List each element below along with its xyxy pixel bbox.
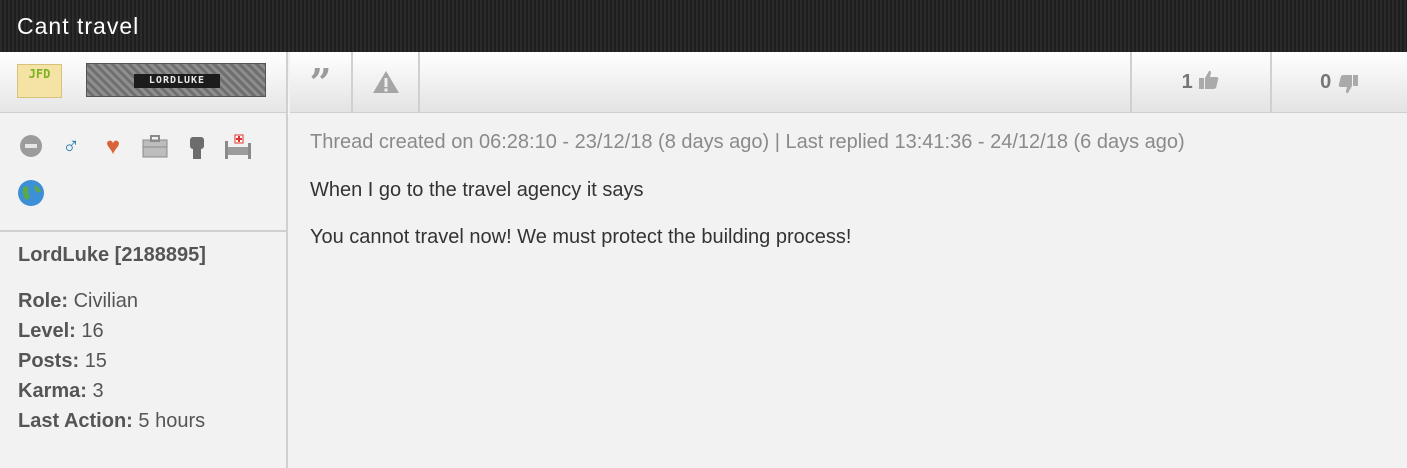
stat-value: 5 hours (138, 410, 206, 432)
thumbs-down-icon (1338, 75, 1358, 94)
user-name-badge[interactable]: LORDLUKE (86, 63, 266, 97)
stat-label: Posts: (18, 350, 80, 372)
post-content: Thread created on 06:28:10 - 23/12/18 (8… (310, 113, 1407, 249)
male-icon[interactable]: ♂ (57, 133, 85, 161)
faction-tag[interactable]: JFD (17, 64, 62, 98)
user-panel: JFD LORDLUKE ♂ ♥ LordLuke [2188895] Role… (0, 52, 288, 468)
globe-icon[interactable] (17, 179, 45, 207)
stat-label: Karma: (18, 380, 87, 402)
quote-icon: ” (309, 60, 332, 105)
stat-label: Level: (18, 320, 76, 342)
post-line: When I go to the travel agency it says (310, 179, 644, 201)
briefcase-icon[interactable] (141, 133, 169, 161)
faction-tag-text: JFD (28, 67, 51, 81)
stat-role: Role: Civilian (18, 286, 286, 316)
warning-icon (372, 71, 399, 93)
user-info: LordLuke [2188895] Role: Civilian Level:… (0, 232, 286, 436)
dislike-button[interactable]: 0 (1272, 52, 1407, 112)
like-count: 1 (1181, 71, 1193, 93)
user-display-name[interactable]: LordLuke [2188895] (18, 244, 286, 267)
online-status-icon[interactable] (17, 133, 45, 161)
stat-value: 3 (92, 380, 104, 402)
user-status-icons: ♂ ♥ (0, 113, 286, 232)
stat-label: Role: (18, 290, 68, 312)
heart-icon[interactable]: ♥ (99, 133, 127, 161)
stat-last-action: Last Action: 5 hours (18, 406, 286, 436)
thread-title: Cant travel (0, 0, 1407, 52)
stat-value: Civilian (73, 290, 139, 312)
stat-value: 15 (84, 350, 107, 372)
stat-karma: Karma: 3 (18, 376, 286, 406)
fist-icon[interactable] (183, 133, 211, 161)
user-badge-bar: JFD LORDLUKE (0, 52, 286, 113)
name-badge-text: LORDLUKE (134, 74, 220, 88)
stat-posts: Posts: 15 (18, 346, 286, 376)
quote-button[interactable]: ” (290, 52, 353, 112)
like-button[interactable]: 1 (1130, 52, 1272, 112)
report-button[interactable] (353, 52, 420, 112)
stat-level: Level: 16 (18, 316, 286, 346)
stat-value: 16 (81, 320, 104, 342)
post-toolbar: ” 1 0 (290, 52, 1407, 113)
hospital-bed-icon[interactable] (223, 133, 251, 161)
post-line: You cannot travel now! We must protect t… (310, 226, 852, 248)
thread-meta: Thread created on 06:28:10 - 23/12/18 (8… (310, 131, 1185, 153)
thumbs-up-icon (1199, 70, 1219, 89)
stat-label: Last Action: (18, 410, 133, 432)
dislike-count: 0 (1320, 71, 1332, 93)
